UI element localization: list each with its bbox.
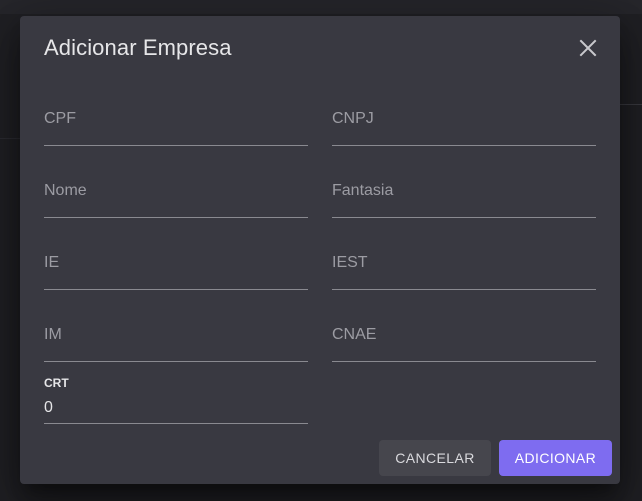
background-divider xyxy=(0,138,20,139)
cnpj-field[interactable]: CNPJ xyxy=(332,110,596,146)
iest-placeholder: IEST xyxy=(332,254,368,271)
crt-underline xyxy=(44,423,308,424)
ie-field[interactable]: IE xyxy=(44,254,308,290)
cnae-placeholder: CNAE xyxy=(332,326,377,343)
close-icon xyxy=(579,39,597,57)
nome-placeholder: Nome xyxy=(44,182,87,199)
cnpj-underline xyxy=(332,145,596,146)
add-button[interactable]: ADICIONAR xyxy=(499,440,612,476)
im-underline xyxy=(44,361,308,362)
add-company-dialog: Adicionar Empresa CPF CNPJ Nome Fantasia… xyxy=(20,16,620,484)
nome-field[interactable]: Nome xyxy=(44,182,308,218)
close-button[interactable] xyxy=(576,36,600,60)
crt-field[interactable]: CRT 0 xyxy=(44,376,308,424)
cnpj-placeholder: CNPJ xyxy=(332,110,374,127)
nome-underline xyxy=(44,217,308,218)
fantasia-underline xyxy=(332,217,596,218)
im-field[interactable]: IM xyxy=(44,326,308,362)
background-header xyxy=(0,0,642,14)
ie-placeholder: IE xyxy=(44,254,60,271)
im-placeholder: IM xyxy=(44,326,62,343)
fantasia-field[interactable]: Fantasia xyxy=(332,182,596,218)
cpf-field[interactable]: CPF xyxy=(44,110,308,146)
cpf-placeholder: CPF xyxy=(44,110,76,127)
fantasia-placeholder: Fantasia xyxy=(332,182,394,199)
cancel-button[interactable]: CANCELAR xyxy=(379,440,491,476)
cpf-underline xyxy=(44,145,308,146)
iest-field[interactable]: IEST xyxy=(332,254,596,290)
dialog-title: Adicionar Empresa xyxy=(44,35,232,60)
cnae-field[interactable]: CNAE xyxy=(332,326,596,362)
crt-label: CRT xyxy=(44,376,69,390)
crt-value: 0 xyxy=(44,399,53,416)
cnae-underline xyxy=(332,361,596,362)
ie-underline xyxy=(44,289,308,290)
iest-underline xyxy=(332,289,596,290)
background-divider-right xyxy=(620,104,642,105)
